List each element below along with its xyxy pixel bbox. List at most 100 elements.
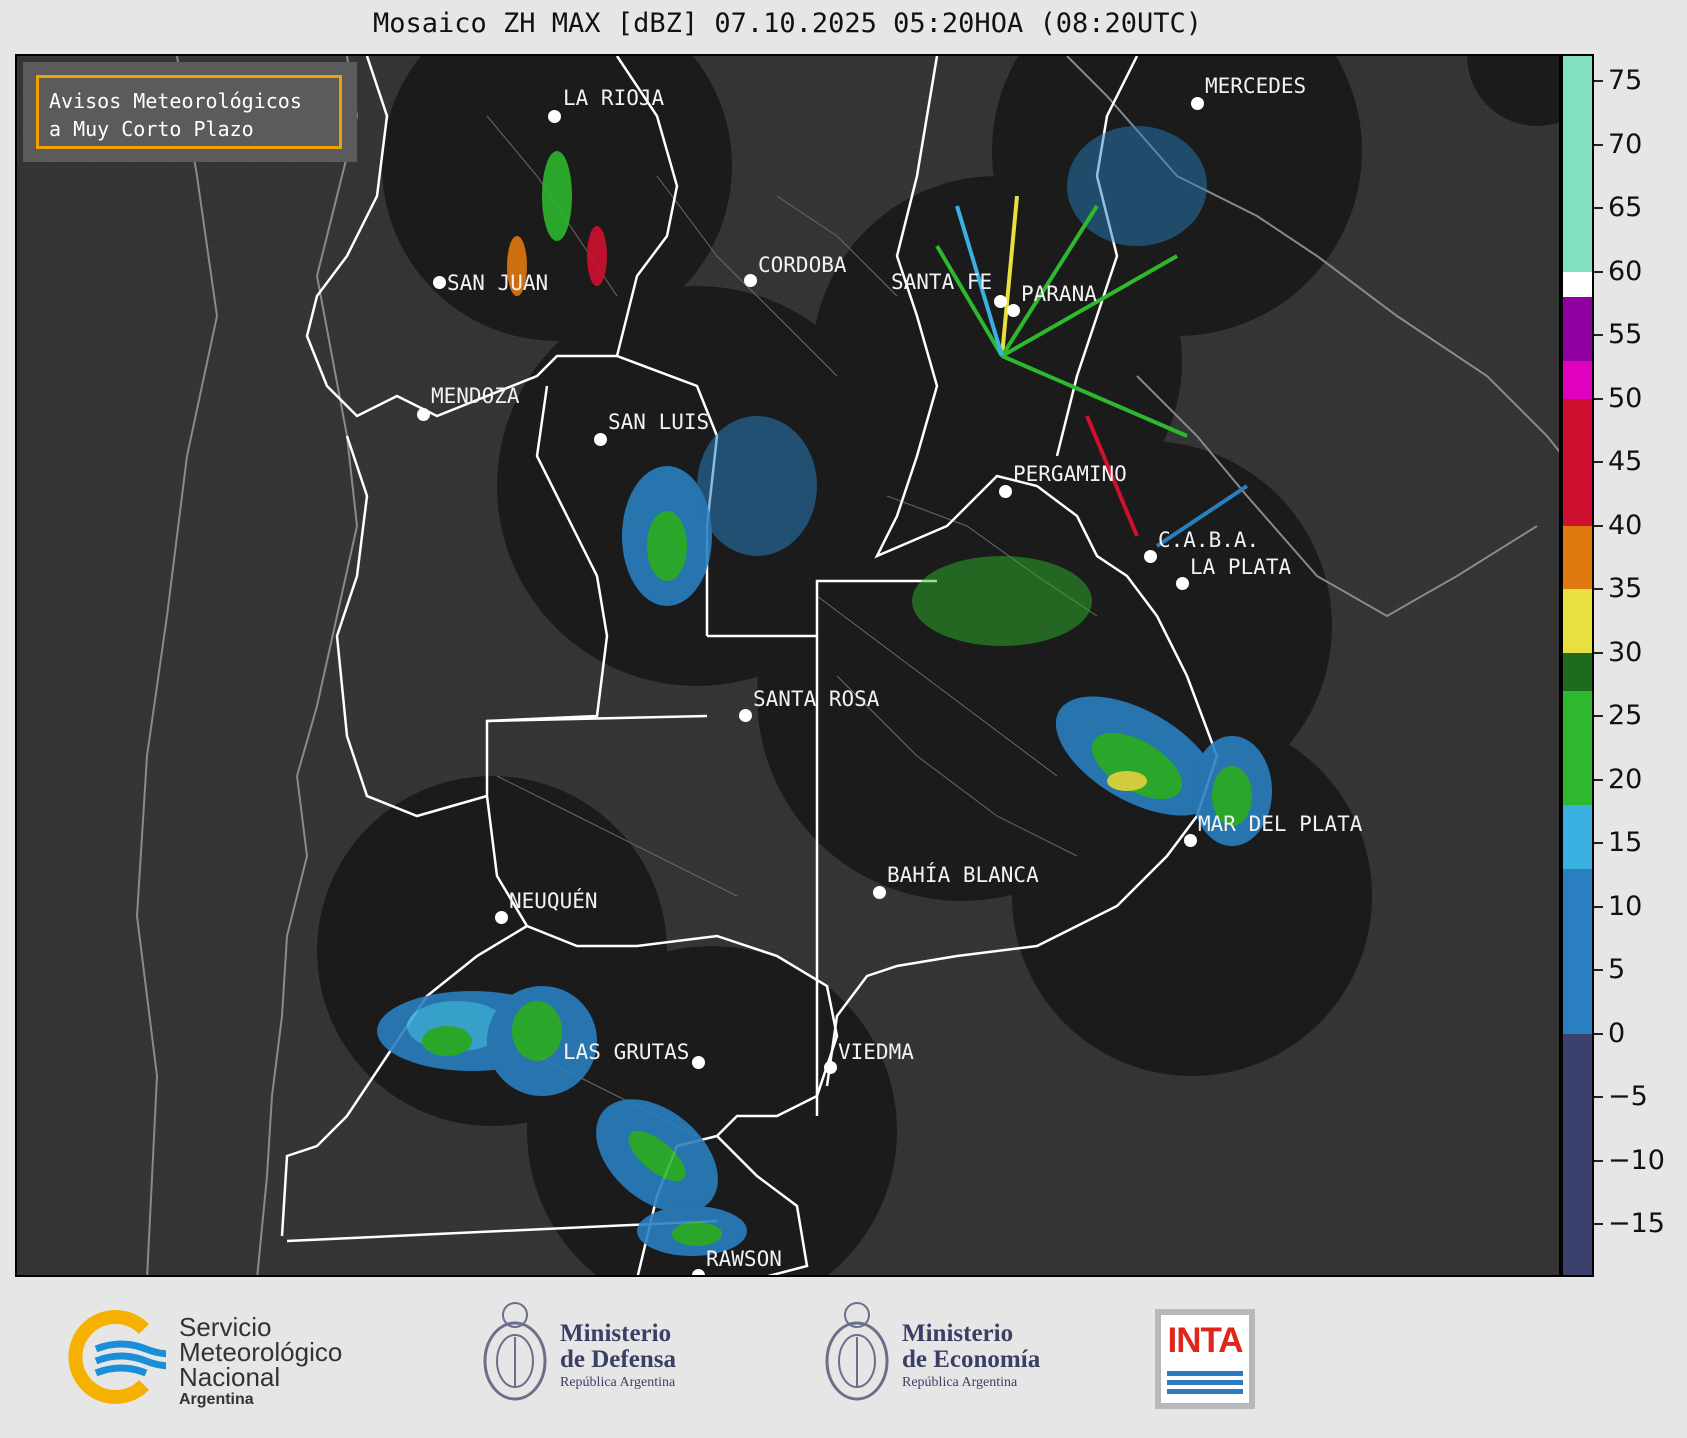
city-marker <box>1144 550 1157 563</box>
colorbar-tick-label: −15 <box>1608 1208 1665 1240</box>
colorbar-tick-label: 30 <box>1608 636 1643 668</box>
city-marker <box>594 433 607 446</box>
colorbar-band <box>1563 56 1592 272</box>
smn-line-4: Argentina <box>179 1391 254 1408</box>
city-marker <box>739 709 752 722</box>
colorbar-band <box>1563 652 1592 691</box>
city-label: SAN JUAN <box>447 271 549 295</box>
colorbar-tick <box>1594 207 1603 210</box>
map-canvas <box>17 56 1559 1275</box>
city-marker <box>873 886 886 899</box>
city-marker <box>1184 834 1197 847</box>
colorbar-tick-label: 70 <box>1608 128 1643 160</box>
inta-stripe <box>1167 1389 1243 1394</box>
colorbar-tick-label: 50 <box>1608 382 1643 414</box>
colorbar-band <box>1563 271 1592 298</box>
colorbar-tick-label: 20 <box>1608 763 1643 795</box>
city-label: SAN LUIS <box>608 410 710 434</box>
colorbar-tick <box>1594 524 1603 527</box>
city-label: PERGAMINO <box>1013 462 1127 486</box>
defensa-line-2: de Defensa <box>560 1346 676 1373</box>
colorbar-tick-label: 15 <box>1608 827 1643 859</box>
colorbar <box>1561 54 1594 1277</box>
colorbar-tick-label: 75 <box>1608 65 1643 97</box>
city-label: LA PLATA <box>1190 555 1292 579</box>
colorbar-tick <box>1594 651 1603 654</box>
coat-of-arms-icon <box>483 1302 547 1401</box>
smn-logo: Servicio Meteorológico Nacional Argentin… <box>66 1307 386 1408</box>
city-label: LAS GRUTAS <box>563 1040 690 1064</box>
city-label: BAHÍA BLANCA <box>887 863 1039 887</box>
economia-line-1: Ministerio <box>902 1320 1014 1347</box>
smn-emblem-icon <box>68 1310 166 1404</box>
colorbar-tick-label: 35 <box>1608 573 1643 605</box>
city-label: MAR DEL PLATA <box>1198 812 1363 836</box>
logo-strip: Servicio Meteorológico Nacional Argentin… <box>0 1285 1687 1438</box>
city-label: C.A.B.A. <box>1158 528 1260 552</box>
colorbar-band <box>1563 1033 1592 1275</box>
colorbar-tick <box>1594 1096 1603 1099</box>
economia-logo: Ministerio de Economía República Argenti… <box>820 1297 1080 1422</box>
city-marker <box>994 295 1007 308</box>
notice-box: Avisos Meteorológicos a Muy Corto Plazo <box>23 62 357 162</box>
city-label: CORDOBA <box>758 253 847 277</box>
city-marker <box>433 276 446 289</box>
colorbar-tick <box>1594 715 1603 718</box>
colorbar-band <box>1563 360 1592 399</box>
colorbar-tick <box>1594 270 1603 273</box>
city-marker <box>548 110 561 123</box>
chart-title: Mosaico ZH MAX [dBZ] 07.10.2025 05:20HOA… <box>372 8 1203 39</box>
city-marker <box>1191 97 1204 110</box>
coat-of-arms-icon <box>825 1302 889 1401</box>
defensa-line-3: República Argentina <box>560 1375 676 1390</box>
economia-line-2: de Economía <box>902 1346 1041 1373</box>
city-marker <box>744 274 757 287</box>
colorbar-tick <box>1594 1223 1603 1226</box>
inta-logo: INTA <box>1155 1309 1255 1409</box>
colorbar-tick-label: 5 <box>1608 954 1626 986</box>
colorbar-tick-label: 60 <box>1608 255 1643 287</box>
economia-line-3: República Argentina <box>902 1375 1018 1390</box>
colorbar-tick <box>1594 1032 1603 1035</box>
colorbar-tick <box>1594 969 1603 972</box>
city-marker <box>495 911 508 924</box>
colorbar-tick <box>1594 778 1603 781</box>
colorbar-band <box>1563 868 1592 1034</box>
city-label: LA RIOJA <box>563 86 665 110</box>
radar-map[interactable]: Avisos Meteorológicos a Muy Corto Plazo … <box>15 54 1561 1277</box>
colorbar-tick <box>1594 397 1603 400</box>
colorbar-tick <box>1594 588 1603 591</box>
city-label: SANTA FE <box>891 270 993 294</box>
colorbar-tick-label: 45 <box>1608 446 1643 478</box>
city-label: MERCEDES <box>1205 74 1307 98</box>
colorbar-tick <box>1594 842 1603 845</box>
notice-line-2: a Muy Corto Plazo <box>49 117 254 141</box>
colorbar-tick-label: −10 <box>1608 1144 1665 1176</box>
colorbar-band <box>1563 297 1592 361</box>
notice-text: Avisos Meteorológicos a Muy Corto Plazo <box>36 75 342 149</box>
colorbar-band <box>1563 525 1592 590</box>
colorbar-tick-label: 65 <box>1608 192 1643 224</box>
colorbar-tick <box>1594 461 1603 464</box>
city-marker <box>417 408 430 421</box>
colorbar-tick-label: 40 <box>1608 509 1643 541</box>
colorbar-tick <box>1594 334 1603 337</box>
city-marker <box>1176 577 1189 590</box>
colorbar-band <box>1563 805 1592 869</box>
colorbar-tick-label: 0 <box>1608 1017 1626 1049</box>
city-label: RAWSON <box>706 1247 782 1271</box>
city-marker <box>692 1269 705 1275</box>
notice-line-1: Avisos Meteorológicos <box>49 89 302 113</box>
colorbar-tick-label: 10 <box>1608 890 1643 922</box>
city-marker <box>1007 304 1020 317</box>
city-marker <box>692 1056 705 1069</box>
smn-line-3: Nacional <box>179 1362 281 1392</box>
colorbar-band <box>1563 589 1592 653</box>
colorbar-tick-label: 55 <box>1608 319 1643 351</box>
defensa-logo: Ministerio de Defensa República Argentin… <box>478 1297 718 1422</box>
defensa-line-1: Ministerio <box>560 1320 672 1347</box>
city-label: MENDOZA <box>431 384 520 408</box>
city-label: PARANA <box>1021 282 1097 306</box>
colorbar-band <box>1563 690 1592 806</box>
colorbar-tick <box>1594 80 1603 83</box>
